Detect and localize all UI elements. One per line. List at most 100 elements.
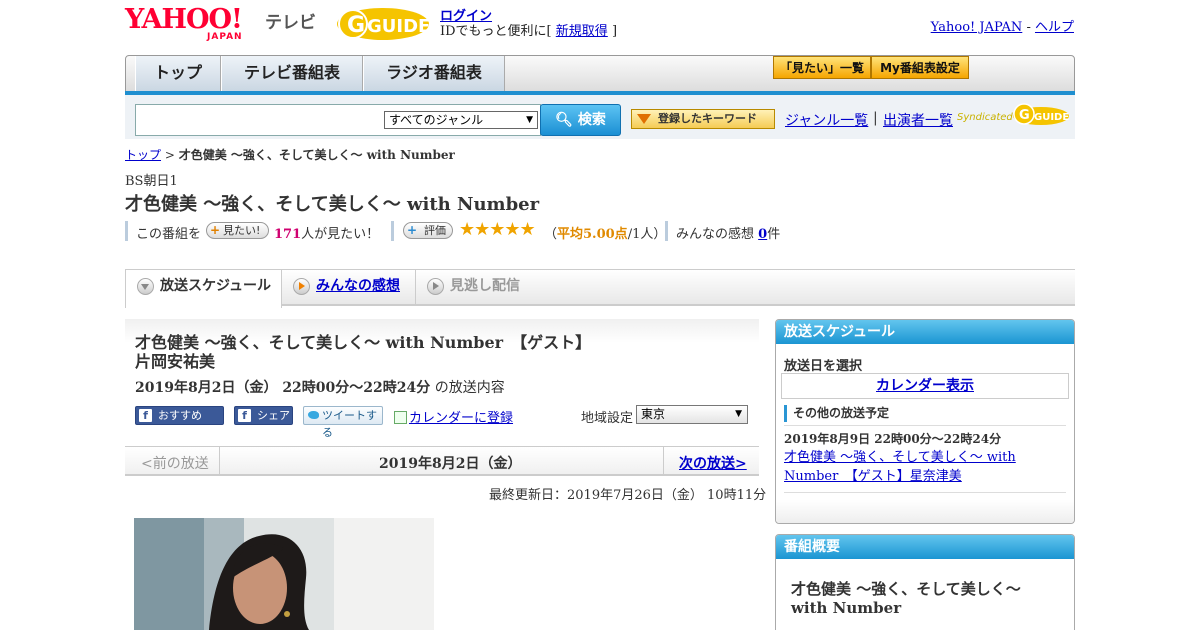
pager-date: 2019年8月2日（金）: [379, 456, 522, 472]
search-button-label: 検索: [577, 112, 606, 128]
chevron-down-icon: ▼: [526, 115, 533, 125]
region-select-value: 東京: [641, 407, 666, 421]
plus-icon: +: [407, 223, 418, 237]
gguide-small-logo: G GUIDE: [1012, 102, 1070, 126]
facebook-share-button[interactable]: f シェア: [234, 406, 293, 425]
genre-list-link[interactable]: ジャンル一覧: [785, 110, 868, 130]
calendar-register-link[interactable]: カレンダーに登録: [409, 411, 513, 426]
mitai-list-button[interactable]: 「見たい」一覧: [773, 56, 871, 79]
nav-tab-tv[interactable]: テレビ番組表: [221, 56, 363, 92]
nav-tab-radio[interactable]: ラジオ番組表: [363, 56, 505, 92]
logo-sub: JAPAN: [207, 32, 243, 42]
login-sub-suffix: ]: [611, 24, 618, 39]
divider: [663, 447, 664, 475]
yahoo-japan-logo[interactable]: YAHOO! JAPAN: [125, 4, 260, 43]
tab-missed[interactable]: 見逃し配信: [416, 270, 546, 306]
reviews-summary: みんなの感想 0件: [676, 223, 780, 242]
triangle-down-icon: [637, 114, 651, 124]
svg-text:G: G: [347, 13, 365, 38]
region-label: 地域設定: [581, 411, 634, 426]
breadcrumb-top[interactable]: トップ: [125, 148, 161, 162]
facebook-recommend-button[interactable]: f おすすめ 29: [135, 406, 224, 439]
gguide-small-text: GUIDE: [1034, 112, 1069, 123]
tab-schedule-label: 放送スケジュール: [160, 278, 272, 294]
gguide-logo: G GUIDE: [335, 6, 431, 42]
tweet-button[interactable]: ツイートする: [303, 406, 383, 439]
divider: [784, 425, 1066, 426]
search-links-sep: |: [873, 110, 878, 126]
tab-reviews-label[interactable]: みんなの感想: [316, 278, 400, 294]
rate-button[interactable]: + 評価: [403, 222, 453, 239]
main-nav: トップ テレビ番組表 ラジオ番組表 「見たい」一覧 My番組表設定: [125, 55, 1075, 93]
play-arrow-icon: [427, 278, 444, 295]
content-tabs: 放送スケジュール みんなの感想 見逃し配信: [125, 270, 1075, 308]
divider: [125, 221, 128, 241]
fb-recommend-label: おすすめ: [158, 409, 202, 422]
summary-program-title: 才色健美 ～強く、そして美しく～ with Number: [791, 580, 1021, 617]
tab-schedule[interactable]: 放送スケジュール: [125, 270, 282, 308]
avg-prefix: （: [544, 227, 558, 242]
calendar-view-link[interactable]: カレンダー表示: [876, 378, 974, 394]
login-sub: IDでもっと便利に[ 新規取得 ]: [440, 20, 617, 39]
genre-select[interactable]: すべてのジャンル ▼: [384, 111, 538, 129]
search-button[interactable]: 🔍︎ 検索: [540, 104, 621, 136]
prev-broadcast-link[interactable]: <前の放送: [141, 453, 209, 473]
mitai-count: 171: [274, 227, 302, 242]
cast-list-link[interactable]: 出演者一覧: [883, 110, 953, 130]
play-arrow-icon: [293, 278, 310, 295]
fb-count: 29: [162, 426, 176, 439]
mitai-count-text: 171人が見たい！: [274, 223, 379, 242]
broadcast-title: 才色健美 ～強く、そして美しく～ with Number 【ゲスト】片岡安祐美: [135, 333, 592, 371]
register-link[interactable]: 新規取得: [556, 24, 608, 39]
select-date-label: 放送日を選択: [784, 359, 863, 374]
reviews-label: みんなの感想: [676, 227, 755, 242]
program-photo: [134, 518, 434, 630]
last-updated: 最終更新日：2019年7月26日（金） 10時11分: [489, 488, 767, 503]
help-link[interactable]: ヘルプ: [1035, 20, 1074, 35]
breadcrumb-current: 才色健美 ～強く、そして美しく～ with Number: [178, 148, 455, 162]
divider: [219, 447, 220, 475]
section-label: テレビ: [265, 13, 316, 33]
my-listing-button[interactable]: My番組表設定: [871, 56, 969, 79]
mitai-button[interactable]: + 見たい!: [206, 222, 269, 239]
fb-share-label: シェア: [257, 409, 290, 422]
other-schedule-label: その他の放送予定: [784, 405, 889, 422]
air-date-value: 2019年8月2日（金） 22時00分～22時24分: [135, 380, 431, 396]
reviews-count-link[interactable]: 0: [758, 227, 767, 242]
yahoo-japan-link[interactable]: Yahoo! JAPAN: [931, 20, 1023, 35]
air-date-suffix: の放送内容: [434, 380, 505, 396]
avg-label: 平均5.00点: [557, 227, 628, 242]
other-broadcast-link[interactable]: 才色健美 ～強く、そして美しく～ with Number 【ゲスト】星奈津美: [784, 448, 1024, 486]
calendar-icon: [394, 411, 407, 424]
tab-reviews[interactable]: みんなの感想: [282, 270, 416, 306]
logo-text: YAHOO!: [125, 4, 243, 35]
rating-average: （平均5.00点/1人）: [544, 223, 666, 242]
keyword-button[interactable]: 登録したキーワード: [631, 109, 775, 129]
summary-box-title: 番組概要: [776, 535, 1074, 559]
breadcrumb: トップ > 才色健美 ～強く、そして美しく～ with Number: [125, 146, 455, 163]
twitter-bird-icon: [308, 411, 319, 419]
air-date: 2019年8月2日（金） 22時00分～22時24分 の放送内容: [135, 377, 505, 397]
this-program-label: この番組を: [136, 227, 202, 242]
keyword-button-label: 登録したキーワード: [658, 112, 757, 125]
program-meta: この番組を + 見たい! 171人が見たい！ + 評価 ★★★★★ （平均5.0…: [125, 219, 825, 242]
breadcrumb-sep: >: [164, 148, 175, 162]
chevron-down-icon: ▼: [735, 409, 742, 419]
avg-suffix: /1人）: [627, 227, 667, 242]
calendar-view-button[interactable]: カレンダー表示: [781, 373, 1069, 399]
region-select[interactable]: 東京 ▼: [636, 405, 748, 424]
top-links-sep: -: [1026, 20, 1031, 35]
genre-select-value: すべてのジャンル: [389, 113, 484, 127]
gguide-text: GUIDE: [367, 16, 430, 37]
chevron-down-icon: [137, 278, 154, 295]
next-broadcast-link[interactable]: 次の放送>: [679, 453, 747, 473]
search-icon: 🔍︎: [555, 112, 573, 128]
nav-tab-top[interactable]: トップ: [135, 56, 221, 92]
calendar-register[interactable]: カレンダーに登録: [394, 407, 513, 426]
mitai-suffix: 人が見たい！: [301, 227, 380, 242]
facebook-icon: f: [238, 409, 251, 422]
schedule-box-footer: [776, 500, 1074, 523]
top-links: Yahoo! JAPAN - ヘルプ: [931, 16, 1074, 35]
login-sub-prefix: IDでもっと便利に[: [440, 24, 552, 39]
rating-stars-icon: ★★★★★: [459, 219, 536, 240]
